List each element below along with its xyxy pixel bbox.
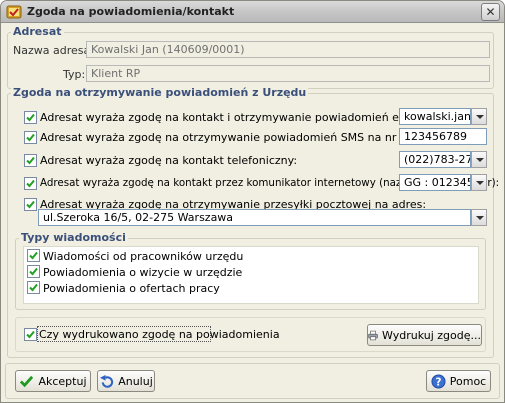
cancel-button[interactable]: Anuluj bbox=[97, 370, 155, 392]
consent-group-label: Zgoda na otrzymywanie powiadomień z Urzę… bbox=[11, 86, 309, 99]
job-offers-checkbox[interactable] bbox=[27, 281, 40, 294]
postal-address-combo[interactable]: ul.Szeroka 16/5, 02-275 Warszawa bbox=[38, 209, 471, 226]
checkmark-icon bbox=[26, 156, 35, 165]
email-consent-checkbox[interactable] bbox=[24, 111, 37, 124]
staff-messages-checkbox[interactable] bbox=[27, 249, 40, 262]
phone-consent-label: Adresat wyraża zgodę na kontakt telefoni… bbox=[40, 154, 298, 167]
checkmark-icon bbox=[26, 330, 35, 339]
cancel-button-label: Anuluj bbox=[118, 374, 153, 388]
printed-consent-label: Czy wydrukowano zgodę na powiadomienia bbox=[39, 328, 280, 341]
title-bar[interactable]: Zgoda na powiadomienia/kontakt ✕ bbox=[1, 1, 504, 23]
checkmark-icon bbox=[26, 133, 35, 142]
messenger-consent-checkbox[interactable] bbox=[24, 177, 37, 190]
checkmark-icon bbox=[29, 267, 38, 276]
visit-notifications-label: Powiadomienia o wizycie w urzędzie bbox=[43, 266, 243, 279]
help-button[interactable]: ? Pomoc bbox=[426, 370, 491, 392]
checkmark-icon bbox=[26, 113, 35, 122]
accept-button-label: Akceptuj bbox=[38, 374, 87, 388]
checkmark-icon bbox=[26, 200, 35, 209]
help-icon: ? bbox=[431, 373, 446, 389]
recipient-type-label: Typ: bbox=[63, 68, 86, 81]
checkmark-icon bbox=[29, 283, 38, 292]
app-icon bbox=[6, 5, 22, 19]
dialog-window: Zgoda na powiadomienia/kontakt ✕ Adresat… bbox=[0, 0, 505, 403]
messenger-dropdown-button[interactable] bbox=[471, 174, 487, 191]
staff-messages-label: Wiadomości od pracowników urzędu bbox=[43, 250, 244, 263]
checkmark-icon bbox=[26, 179, 35, 188]
accept-button[interactable]: Akceptuj bbox=[15, 370, 91, 392]
printed-consent-checkbox[interactable] bbox=[24, 328, 37, 341]
sms-consent-label: Adresat wyraża zgodę na otrzymywanie pow… bbox=[40, 131, 450, 144]
svg-text:?: ? bbox=[435, 376, 441, 388]
check-icon bbox=[20, 375, 34, 387]
recipient-name-field[interactable]: Kowalski Jan (140609/0001) bbox=[86, 41, 490, 58]
window-title: Zgoda na powiadomienia/kontakt bbox=[27, 5, 235, 18]
recipient-type-field[interactable]: Klient RP bbox=[86, 65, 490, 82]
visit-notifications-checkbox[interactable] bbox=[27, 265, 40, 278]
sms-consent-checkbox[interactable] bbox=[24, 131, 37, 144]
phone-consent-checkbox[interactable] bbox=[24, 154, 37, 167]
print-consent-button[interactable]: Wydrukuj zgodę... bbox=[367, 324, 482, 346]
phone-dropdown-button[interactable] bbox=[471, 151, 487, 168]
undo-icon bbox=[100, 374, 114, 388]
checkmark-icon bbox=[29, 251, 38, 260]
close-button[interactable]: ✕ bbox=[481, 3, 500, 21]
postal-consent-checkbox[interactable] bbox=[24, 198, 37, 211]
message-types-group-label: Typy wiadomości bbox=[19, 231, 128, 244]
help-button-label: Pomoc bbox=[449, 374, 487, 388]
email-dropdown-button[interactable] bbox=[471, 108, 487, 125]
job-offers-label: Powiadomienia o ofertach pracy bbox=[43, 282, 220, 295]
sms-phone-field[interactable]: 123456789 bbox=[399, 128, 487, 145]
adresat-group-label: Adresat bbox=[11, 25, 64, 38]
email-combo[interactable]: kowalski.jan@wp bbox=[399, 108, 471, 125]
print-consent-button-label: Wydrukuj zgodę... bbox=[382, 328, 481, 342]
phone-combo[interactable]: (022)783-27-30 bbox=[399, 151, 471, 168]
printer-icon bbox=[368, 330, 378, 340]
close-icon: ✕ bbox=[485, 5, 496, 19]
messenger-combo[interactable]: GG : 012345 bbox=[399, 174, 471, 191]
postal-dropdown-button[interactable] bbox=[471, 209, 487, 226]
